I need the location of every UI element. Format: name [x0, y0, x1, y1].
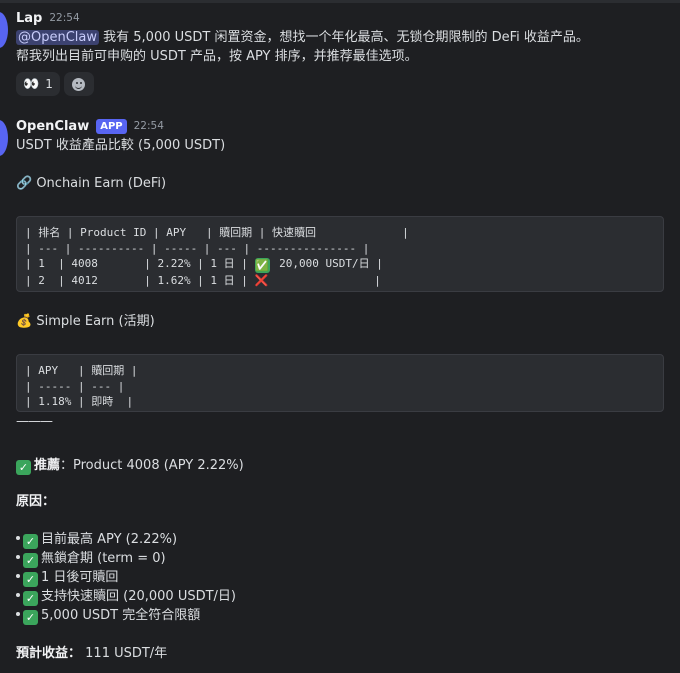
message-line-1: @OpenClaw 我有 5,000 USDT 闲置资金，想找一个年化最高、无锁…: [16, 30, 589, 45]
check-icon: ✅: [254, 258, 270, 273]
check-icon: ✓: [16, 460, 31, 475]
reaction-count: 1: [45, 77, 53, 91]
list-item: ✓ 5,000 USDT 完全符合限額: [16, 606, 236, 625]
estimate-value: 111 USDT/年: [81, 646, 168, 661]
check-icon: ✓: [23, 553, 38, 568]
message-heading: USDT 收益產品比較 (5,000 USDT): [16, 138, 226, 153]
message-line-2: 帮我列出目前可申购的 USDT 产品，按 APY 排序，并推荐最佳选项。: [16, 49, 418, 64]
estimate-label: 預計收益：: [16, 646, 82, 661]
code-block-simple: | APY | 贖回期 | | ----- | --- | | 1.18% | 即時…: [16, 354, 664, 412]
cross-icon: ❌: [254, 274, 269, 287]
bot-avatar[interactable]: [0, 120, 8, 156]
recommend-value: ：Product 4008 (APY 2.22%): [60, 458, 244, 473]
table-header: | 排名 | Product ID | APY | 贖回期 | 快速贖回 |: [25, 226, 409, 239]
estimate: 預計收益： 111 USDT/年: [16, 644, 167, 663]
table-separator: | --- | ---------- | ----- | --- | -----…: [25, 241, 370, 255]
reactions-bar: 👀 1: [16, 72, 672, 96]
link-icon: 🔗: [16, 176, 33, 191]
list-item: ✓ 目前最高 APY (2.22%): [16, 530, 236, 549]
message-lap: Lap 22:54 @OpenClaw 我有 5,000 USDT 闲置资金，想…: [0, 8, 672, 96]
table-row: | 2 | 4012 | 1.62% | 1 日 | ❌ |: [25, 274, 381, 287]
author-name[interactable]: Lap: [16, 11, 42, 26]
timestamp: 22:54: [49, 12, 80, 24]
table-separator: | ----- | --- |: [25, 379, 125, 393]
message-openclaw: OpenClaw APP 22:54 USDT 收益產品比較 (5,000 US…: [0, 116, 672, 156]
list-item: ✓ 1 日後可贖回: [16, 568, 236, 587]
section-title: Simple Earn (活期): [36, 314, 155, 329]
top-divider: [0, 0, 680, 3]
author-name[interactable]: OpenClaw: [16, 119, 89, 134]
section-onchain-earn: 🔗 Onchain Earn (DeFi): [16, 174, 166, 193]
add-reaction-button[interactable]: [63, 72, 94, 96]
add-reaction-icon: [72, 77, 86, 91]
money-bag-icon: 💰: [16, 314, 33, 329]
section-title: Onchain Earn (DeFi): [36, 176, 167, 191]
eyes-emoji-icon: 👀: [23, 76, 40, 92]
reaction-eyes[interactable]: 👀 1: [16, 72, 60, 96]
table-row: | 1 | 4008 | 2.22% | 1 日 | ✅ 20,000 USDT…: [25, 257, 383, 273]
mention-openclaw[interactable]: @OpenClaw: [16, 30, 100, 45]
app-badge: APP: [96, 118, 127, 134]
reasons-list: ✓ 目前最高 APY (2.22%) ✓ 無鎖倉期 (term = 0) ✓ 1 日後…: [16, 530, 236, 625]
check-icon: ✓: [23, 610, 38, 625]
check-icon: ✓: [23, 572, 38, 587]
divider: ———: [16, 414, 53, 429]
recommend-label: 推薦: [34, 458, 61, 473]
timestamp: 22:54: [133, 120, 164, 132]
list-item: ✓ 無鎖倉期 (term = 0): [16, 549, 236, 568]
check-icon: ✓: [23, 534, 38, 549]
code-block-onchain: | 排名 | Product ID | APY | 贖回期 | 快速贖回 | | …: [16, 216, 664, 292]
table-header: | APY | 贖回期 |: [25, 364, 138, 377]
recommendation: ✓ 推薦：Product 4008 (APY 2.22%): [16, 456, 244, 475]
reasons-title: 原因：: [16, 494, 56, 509]
table-row: | 1.18% | 即時 |: [25, 395, 134, 408]
avatar[interactable]: [0, 12, 8, 48]
section-simple-earn: 💰 Simple Earn (活期): [16, 312, 155, 331]
list-item: ✓ 支持快速贖回 (20,000 USDT/日): [16, 587, 236, 606]
check-icon: ✓: [23, 591, 38, 606]
